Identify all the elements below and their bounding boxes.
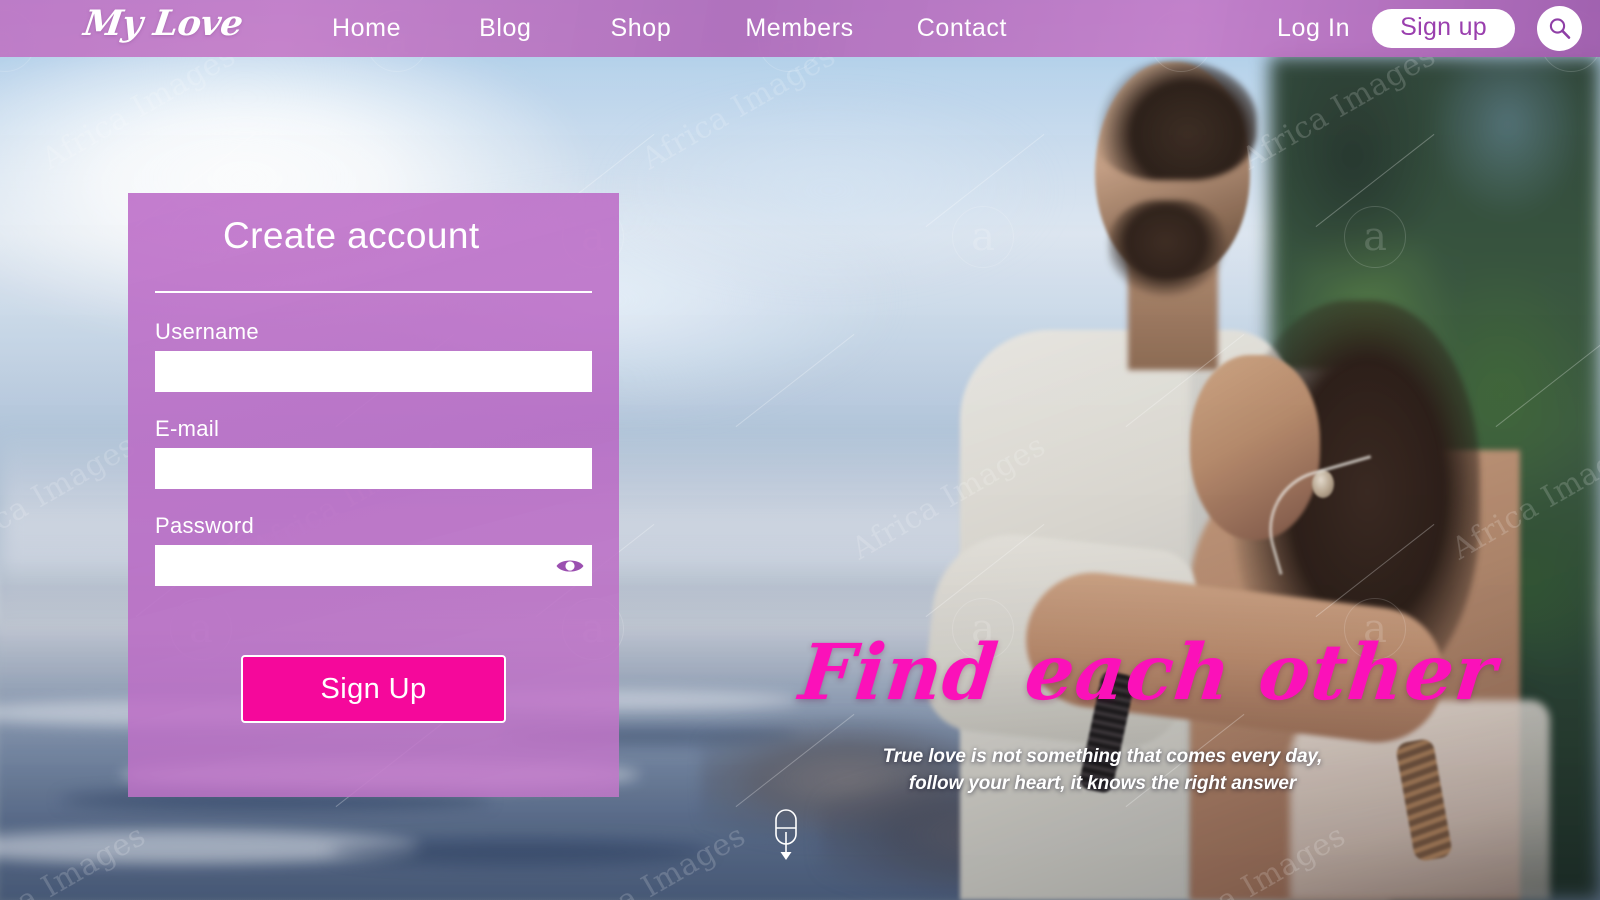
- email-input[interactable]: [155, 448, 592, 489]
- hero-title: Find each other: [795, 628, 1502, 718]
- toggle-password-visibility-button[interactable]: [548, 545, 592, 586]
- password-input[interactable]: [155, 545, 592, 586]
- search-icon: [1549, 17, 1570, 39]
- scroll-down-mouse-icon: [775, 809, 797, 860]
- password-label: Password: [155, 513, 254, 538]
- scroll-down-button[interactable]: [770, 808, 802, 864]
- man-beard: [1108, 200, 1228, 300]
- search-button[interactable]: [1537, 6, 1582, 51]
- card-title: Create account: [223, 215, 480, 256]
- hero-subtitle-line-2: follow your heart, it knows the right an…: [908, 772, 1297, 794]
- username-label: Username: [155, 319, 259, 344]
- hero-subtitle: True love is not something that comes ev…: [830, 744, 1375, 798]
- top-navigation-bar: My Love Home Blog Shop Members Contact L…: [0, 0, 1600, 57]
- page-root: a a a a a a a a a a a a a Africa Images …: [0, 0, 1600, 900]
- signup-button[interactable]: Sign up: [1372, 8, 1515, 49]
- title-divider: [155, 291, 592, 293]
- hero-subtitle-line-1: True love is not something that comes ev…: [882, 746, 1323, 767]
- site-logo[interactable]: My Love: [81, 3, 245, 44]
- eye-icon: [556, 559, 584, 572]
- nav-item-home[interactable]: Home: [332, 14, 401, 43]
- login-link[interactable]: Log In: [1277, 14, 1350, 43]
- nav-item-blog[interactable]: Blog: [479, 14, 531, 43]
- man-hair: [1092, 60, 1257, 180]
- nav-item-shop[interactable]: Shop: [611, 14, 672, 43]
- nav-right-actions: Log In Sign up: [1277, 0, 1582, 57]
- nav-links: Home Blog Shop Members Contact: [332, 0, 1007, 57]
- submit-signup-button[interactable]: Sign Up: [241, 655, 506, 723]
- email-label: E-mail: [155, 416, 220, 441]
- username-input[interactable]: [155, 351, 592, 392]
- create-account-card: Create account Username E-mail Password …: [128, 193, 619, 797]
- nav-item-contact[interactable]: Contact: [917, 14, 1007, 43]
- nav-item-members[interactable]: Members: [745, 14, 853, 43]
- sea-wave-dark: [330, 840, 710, 864]
